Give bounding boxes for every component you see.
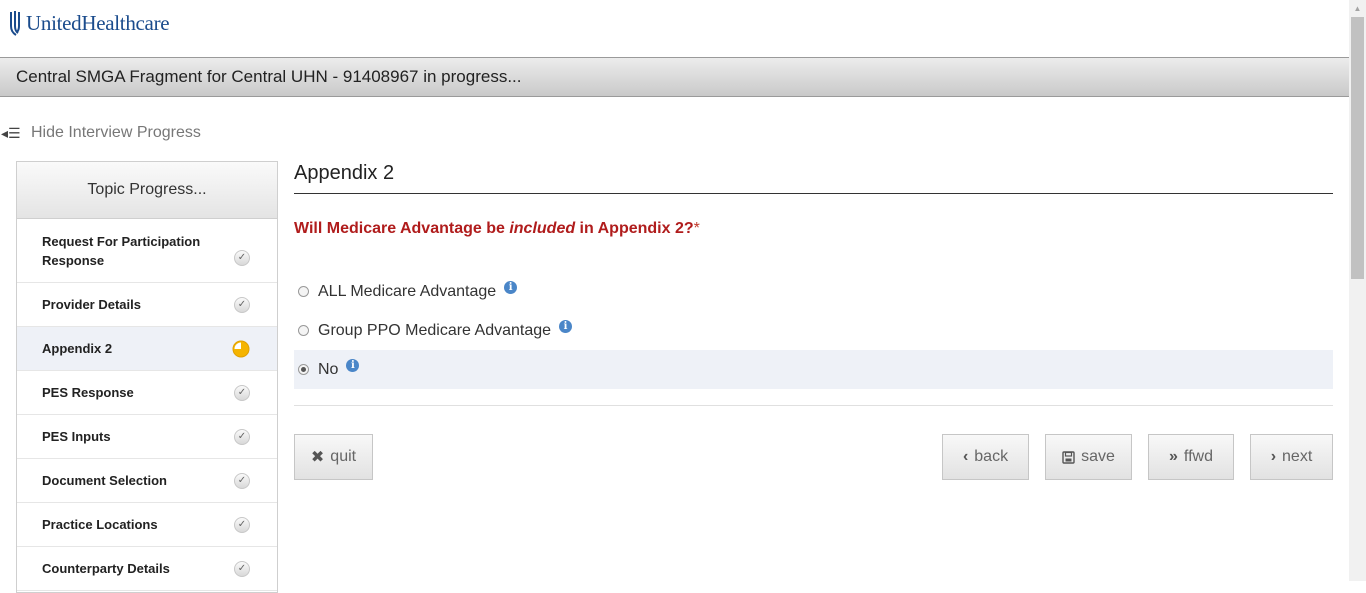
save-button-label: save: [1081, 448, 1115, 465]
option-all-medicare-advantage[interactable]: ALL Medicare Advantage i: [294, 272, 1333, 311]
options-divider: [294, 405, 1333, 406]
answer-options: ALL Medicare Advantage i Group PPO Medic…: [294, 272, 1333, 406]
interview-main-panel: Appendix 2 Will Medicare Advantage be in…: [294, 156, 1333, 406]
interview-title-bar: Central SMGA Fragment for Central UHN - …: [0, 58, 1349, 97]
check-icon: ✓: [234, 472, 250, 489]
sidebar-item-pes-response[interactable]: PES Response ✓: [17, 371, 277, 415]
option-label[interactable]: ALL Medicare Advantage: [318, 283, 496, 301]
info-icon[interactable]: i: [346, 359, 360, 372]
hide-interview-progress-label: Hide Interview Progress: [31, 124, 201, 141]
radio-no[interactable]: [298, 364, 309, 375]
check-icon: ✓: [234, 384, 250, 401]
sidebar-item-practice-locations[interactable]: Practice Locations ✓: [17, 503, 277, 547]
option-label[interactable]: Group PPO Medicare Advantage: [318, 322, 551, 340]
sidebar-item-pes-inputs[interactable]: PES Inputs ✓: [17, 415, 277, 459]
chevron-left-icon: ‹: [962, 448, 969, 465]
brand-logo-text: UnitedHealthcare: [26, 10, 170, 35]
radio-group-ppo-medicare-advantage[interactable]: [298, 325, 309, 336]
question-text-before: Will Medicare Advantage be: [294, 220, 510, 237]
check-icon: ✓: [234, 428, 250, 445]
sidebar-item-label: Counterparty Details: [42, 561, 170, 576]
sidebar-item-label: Practice Locations: [42, 517, 158, 532]
next-button[interactable]: › next: [1250, 434, 1333, 480]
chevron-right-icon: ›: [1270, 448, 1277, 465]
question-text-after: in Appendix 2?: [575, 220, 694, 237]
shield-logo-icon: [10, 11, 20, 36]
info-icon[interactable]: i: [504, 281, 518, 294]
info-icon[interactable]: i: [559, 320, 573, 333]
sidebar-item-label: PES Response: [42, 385, 134, 400]
check-icon: ✓: [234, 560, 250, 577]
ffwd-button-label: ffwd: [1183, 448, 1213, 465]
back-button-label: back: [974, 448, 1009, 465]
pie-progress-icon: [232, 340, 250, 357]
sidebar-item-label: Provider Details: [42, 297, 141, 312]
required-marker: *: [693, 220, 700, 237]
scroll-up-arrow-icon[interactable]: ▲: [1349, 0, 1366, 17]
sidebar-item-provider-details[interactable]: Provider Details ✓: [17, 283, 277, 327]
app-header: UnitedHealthcare: [0, 0, 1349, 58]
sidebar-item-label: Document Selection: [42, 473, 167, 488]
floppy-disk-icon: [1062, 450, 1075, 464]
next-button-label: next: [1282, 448, 1313, 465]
sidebar-item-counterparty-details[interactable]: Counterparty Details ✓: [17, 547, 277, 591]
quit-button-label: quit: [330, 448, 357, 465]
sidebar-item-label: PES Inputs: [42, 429, 111, 444]
question-text: Will Medicare Advantage be included in A…: [294, 220, 1333, 238]
check-icon: ✓: [234, 250, 250, 266]
topic-progress-panel: Topic Progress... Request For Participat…: [16, 161, 278, 593]
sidebar-item-request-for-participation-response[interactable]: Request For Participation Response ✓: [17, 219, 277, 283]
brand-logo[interactable]: UnitedHealthcare: [8, 8, 170, 38]
list-collapse-icon: ◂☰: [1, 124, 21, 141]
scrollbar-thumb[interactable]: [1351, 17, 1364, 279]
check-icon: ✓: [234, 296, 250, 313]
topic-progress-header: Topic Progress...: [17, 162, 277, 219]
vertical-scrollbar[interactable]: ▲: [1349, 0, 1366, 581]
sidebar-item-label: Appendix 2: [42, 341, 113, 356]
page-title: Appendix 2: [294, 156, 1333, 194]
hide-interview-progress-toggle[interactable]: ◂☰ Hide Interview Progress: [1, 124, 201, 142]
quit-button[interactable]: ✖ quit: [294, 434, 373, 480]
interview-title: Central SMGA Fragment for Central UHN - …: [16, 67, 522, 86]
radio-all-medicare-advantage[interactable]: [298, 286, 309, 297]
check-icon: ✓: [234, 516, 250, 533]
sidebar-item-appendix-2[interactable]: Appendix 2: [17, 327, 277, 371]
back-button[interactable]: ‹ back: [942, 434, 1029, 480]
sidebar-item-label: Request For Participation Response: [42, 233, 201, 268]
ffwd-button[interactable]: » ffwd: [1148, 434, 1234, 480]
question-text-emphasis: included: [509, 220, 576, 237]
save-button[interactable]: save: [1045, 434, 1132, 480]
option-group-ppo-medicare-advantage[interactable]: Group PPO Medicare Advantage i: [294, 311, 1333, 350]
double-chevron-right-icon: »: [1169, 448, 1178, 465]
close-icon: ✖: [310, 449, 325, 466]
option-no[interactable]: No i: [294, 350, 1333, 389]
option-label[interactable]: No: [318, 361, 338, 379]
sidebar-item-document-selection[interactable]: Document Selection ✓: [17, 459, 277, 503]
